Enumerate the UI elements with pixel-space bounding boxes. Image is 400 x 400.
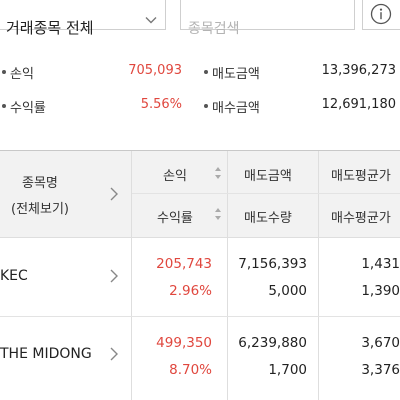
row-sell-avg: 1,431 [361, 256, 400, 272]
header-profit[interactable]: 손익 [163, 165, 187, 184]
trade-type-select-value[interactable]: 거래종목 전체 [6, 17, 94, 38]
bullet-icon [204, 104, 208, 108]
chevron-down-icon[interactable] [145, 14, 157, 26]
chevron-right-icon[interactable] [109, 186, 119, 202]
row-sell-avg: 3,670 [361, 335, 400, 351]
summary-rate-value: 5.56% [140, 97, 182, 112]
row-rate: 2.96% [169, 283, 212, 299]
row-buy-avg: 1,390 [361, 283, 400, 299]
row-rate: 8.70% [169, 362, 212, 378]
header-sell-avg: 매도평균가 [331, 169, 391, 184]
stock-search-placeholder[interactable]: 종목검색 [188, 18, 240, 38]
row-profit: 499,350 [156, 335, 212, 351]
header-sell-qty: 매도수량 [244, 211, 292, 226]
header-view-all[interactable]: (전체보기) [11, 198, 69, 217]
row-profit: 205,743 [156, 256, 212, 272]
summary-sell-amount-value: 13,396,273 [321, 63, 396, 78]
summary-rate-label: 수익률 [10, 101, 46, 116]
table-row[interactable] [0, 239, 400, 316]
row-buy-avg: 3,376 [361, 362, 400, 378]
header-rate[interactable]: 수익률 [157, 207, 193, 226]
bullet-icon [2, 70, 6, 74]
sort-icon[interactable] [214, 207, 222, 221]
row-sell-qty: 1,700 [268, 362, 307, 378]
stock-name[interactable]: THE MIDONG [0, 346, 92, 362]
row-sell-amount: 7,156,393 [238, 256, 307, 272]
info-icon[interactable] [370, 3, 392, 25]
header-stock-name[interactable]: 종목명 [22, 172, 58, 191]
summary-profit-label: 손익 [10, 67, 34, 82]
stock-name[interactable]: KEC [0, 268, 28, 284]
chevron-right-icon[interactable] [109, 268, 119, 284]
bullet-icon [2, 104, 6, 108]
header-divider [132, 193, 400, 194]
chevron-right-icon[interactable] [109, 346, 119, 362]
header-sell-amount: 매도금액 [244, 169, 292, 184]
summary-profit-value: 705,093 [128, 63, 182, 78]
row-sell-amount: 6,239,880 [238, 335, 307, 351]
sort-icon[interactable] [214, 166, 222, 180]
header-buy-avg: 매수평균가 [331, 211, 391, 226]
summary-sell-amount-label: 매도금액 [212, 67, 260, 82]
row-sell-qty: 5,000 [268, 283, 307, 299]
bullet-icon [204, 70, 208, 74]
summary-buy-amount-label: 매수금액 [212, 101, 260, 116]
summary-buy-amount-value: 12,691,180 [321, 97, 396, 112]
